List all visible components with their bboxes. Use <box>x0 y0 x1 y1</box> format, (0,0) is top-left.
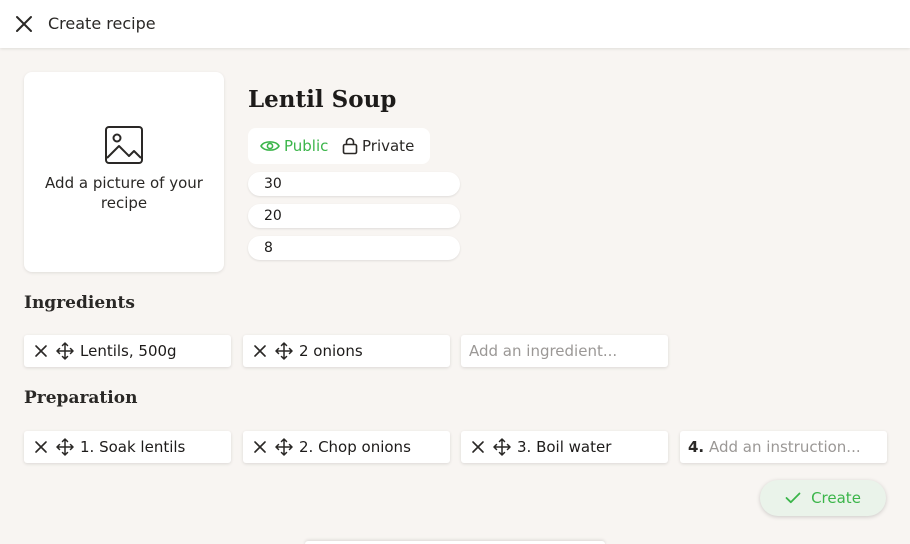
lock-icon <box>342 137 358 155</box>
close-icon <box>16 16 32 32</box>
next-step-number: 4. <box>688 438 705 456</box>
visibility-public-label: Public <box>284 137 329 155</box>
remove-icon[interactable] <box>253 344 267 358</box>
visibility-public-option[interactable]: Public <box>260 128 328 164</box>
drag-handle-icon[interactable] <box>493 438 511 456</box>
instruction-text[interactable]: 2. Chop onions <box>299 431 411 463</box>
ingredient-text[interactable]: Lentils, 500g <box>80 335 177 367</box>
remove-icon[interactable] <box>34 440 48 454</box>
page-title: Create recipe <box>48 14 156 33</box>
check-icon <box>785 492 801 504</box>
instruction-text[interactable]: 3. Boil water <box>517 431 611 463</box>
recipe-number-field-1[interactable]: 30 <box>248 172 460 196</box>
ingredients-heading: Ingredients <box>24 293 135 313</box>
add-ingredient-field <box>461 335 668 367</box>
remove-icon[interactable] <box>34 344 48 358</box>
recipe-number-field-2[interactable]: 20 <box>248 204 460 228</box>
recipe-number-field-3[interactable]: 8 <box>248 236 460 260</box>
visibility-toggle: Public Private <box>248 128 430 164</box>
ingredient-chip: Lentils, 500g <box>24 335 231 367</box>
add-instruction-field: 4. <box>680 431 887 463</box>
create-button-label: Create <box>811 489 861 507</box>
instruction-chip: 3. Boil water <box>461 431 668 463</box>
top-bar: Create recipe <box>0 0 910 48</box>
visibility-private-option[interactable]: Private <box>342 128 414 164</box>
ingredient-chip: 2 onions <box>243 335 450 367</box>
preparation-heading: Preparation <box>24 388 138 408</box>
drag-handle-icon[interactable] <box>56 342 74 360</box>
drag-handle-icon[interactable] <box>275 342 293 360</box>
close-button[interactable] <box>12 12 36 36</box>
eye-icon <box>260 141 280 151</box>
instruction-chip: 1. Soak lentils <box>24 431 231 463</box>
remove-icon[interactable] <box>253 440 267 454</box>
instruction-text[interactable]: 1. Soak lentils <box>80 431 185 463</box>
add-ingredient-input[interactable] <box>469 335 649 367</box>
add-picture-button[interactable]: Add a picture of your recipe <box>24 72 224 272</box>
visibility-private-label: Private <box>362 137 415 155</box>
ingredient-text[interactable]: 2 onions <box>299 335 363 367</box>
add-instruction-input[interactable] <box>709 431 881 463</box>
add-picture-label: Add a picture of your recipe <box>45 174 203 212</box>
instruction-chip: 2. Chop onions <box>243 431 450 463</box>
create-button[interactable]: Create <box>760 480 886 516</box>
remove-icon[interactable] <box>471 440 485 454</box>
drag-handle-icon[interactable] <box>275 438 293 456</box>
recipe-title[interactable]: Lentil Soup <box>248 86 396 113</box>
drag-handle-icon[interactable] <box>56 438 74 456</box>
image-icon <box>105 126 143 164</box>
